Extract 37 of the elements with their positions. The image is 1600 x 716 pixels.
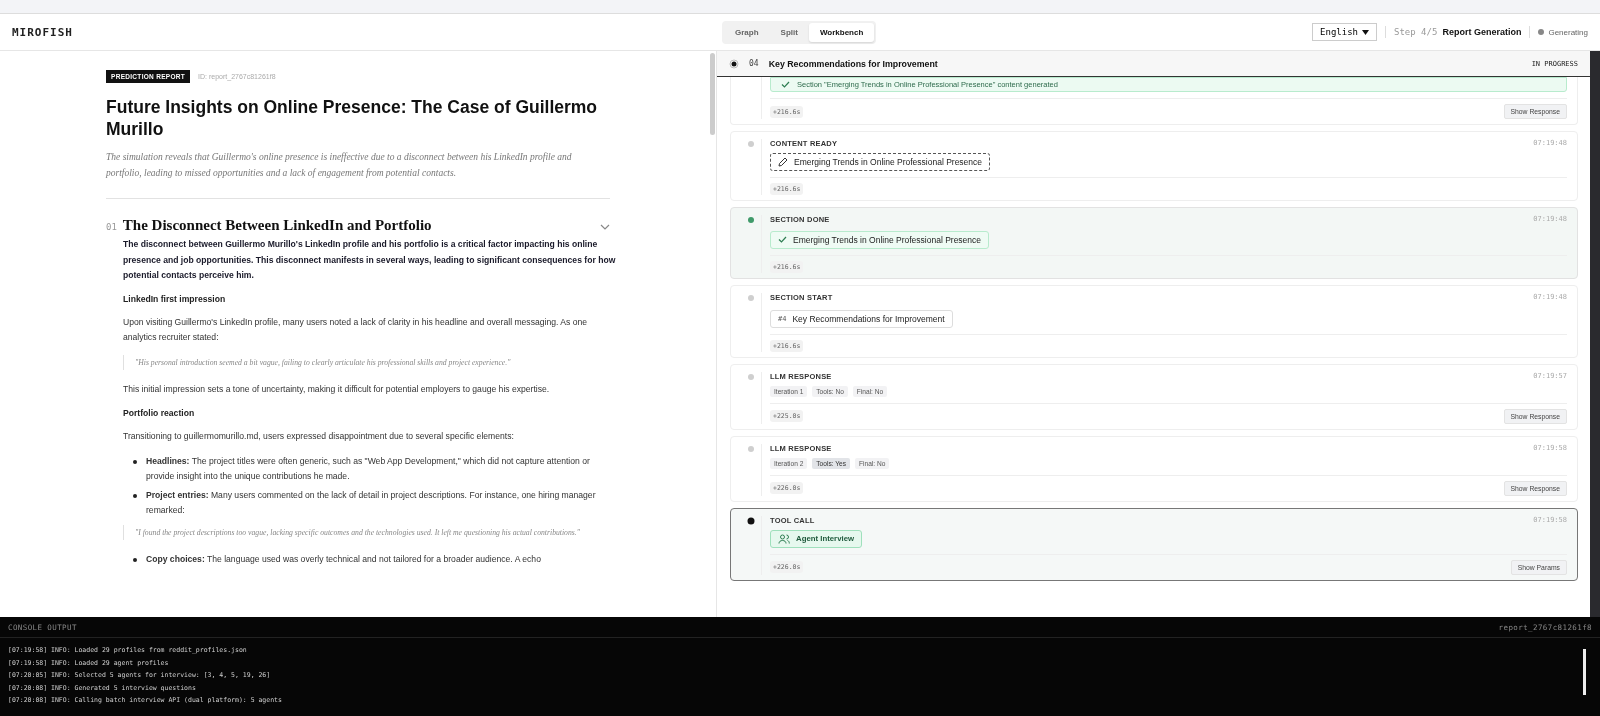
language-dropdown[interactable]: English: [1312, 23, 1378, 41]
paragraph: This initial impression sets a tone of uncertainty, making it difficult for potential employers to gauge his expertise.: [123, 382, 551, 396]
status-text: Generating: [1548, 27, 1588, 37]
paragraph: Transitioning to guillermomurillo.md, users expressed disappointment due to several specific elements:: [123, 430, 515, 443]
check-icon: [778, 236, 787, 243]
subheading: LinkedIn first impression: [123, 292, 227, 306]
report-summary: The simulation reveals that Guillermo's online presence is ineffective due to a disconnect between his LinkedIn profile and portfolio, leading to missed opportunities and a lack of engagement from potential contacts.: [106, 151, 573, 180]
progress-dot-icon: [729, 58, 739, 69]
chevron-icon[interactable]: [600, 224, 610, 230]
lead-paragraph: The disconnect between Guillermo Murillo's LinkedIn profile and his portfolio is a critical factor impacting his online presence and job opportunities. This disconnect manifests in several ways, leading to significant consequences for how potential contacts perceive him.: [123, 238, 617, 282]
people-icon: [778, 533, 790, 544]
bullet-icon: [133, 459, 137, 464]
app-logo: MIROFISH: [12, 25, 73, 39]
step-title: Report Generation: [1442, 27, 1522, 37]
view-tab[interactable]: Split: [769, 23, 809, 42]
list-item-text: Copy choices: The language used was overly technical and not tailored for a broader audience. A echo: [146, 552, 541, 566]
view-tab[interactable]: Graph: [724, 23, 770, 42]
subheading: Portfolio reaction: [123, 407, 196, 420]
section-number: 01: [106, 222, 117, 232]
caret-icon: [1362, 29, 1370, 35]
step-counter: Step 4/5: [1394, 27, 1438, 37]
paragraph: Upon visiting Guillermo's LinkedIn profile, many users noted a lack of clarity in his headline and overall messaging. As one analytics recruiter stated:: [123, 315, 589, 344]
check-icon: [781, 81, 790, 88]
status-dot-icon: [1538, 29, 1545, 35]
bullet-icon: [133, 493, 137, 498]
report-title: Future Insights on Online Presence: The Case of Guillermo Murillo: [106, 96, 599, 140]
section-title: The Disconnect Between LinkedIn and Portfolio: [122, 217, 433, 234]
pencil-icon: [778, 157, 788, 167]
chip-text: Emerging Trends in Online Professional Presence: [794, 157, 983, 167]
view-tab[interactable]: Workbench: [808, 23, 875, 42]
chip-text: Emerging Trends in Online Professional Presence: [793, 234, 982, 245]
current-section-number: 04: [749, 59, 759, 68]
list-item-text: Project entries: Many users commented on the lack of detail in project descriptions. For instance, one hiring manager remarked:: [146, 488, 597, 517]
chip-text: Key Recommendations for Improvement: [792, 313, 945, 324]
list-item-text: Headlines: The project titles were often generic, such as "Web App Development," which did not capture attention or provide insight into the unique contributions he made.: [146, 454, 591, 483]
current-section-title: Key Recommendations for Improvement: [768, 58, 938, 69]
bullet-icon: [133, 557, 137, 562]
